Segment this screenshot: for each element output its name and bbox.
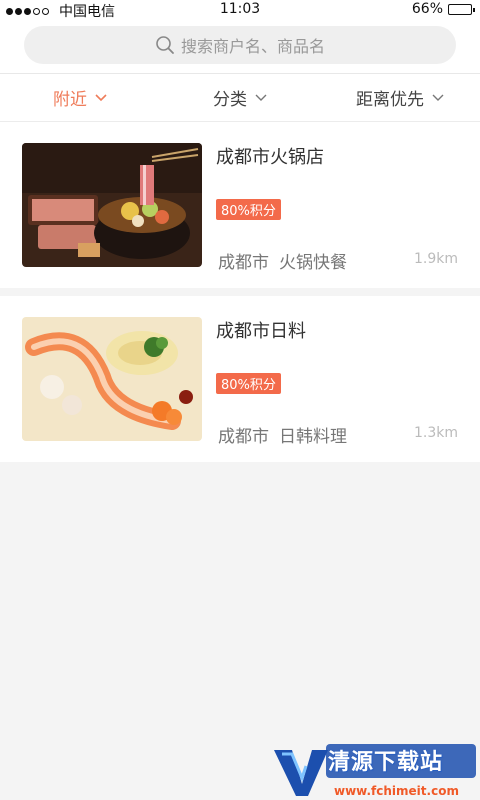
store-city: 成都市 [218, 253, 269, 273]
store-name: 成都市日料 [216, 321, 306, 342]
status-time: 11:03 [219, 1, 261, 17]
store-name: 成都市火锅店 [216, 147, 324, 168]
header: 中国电信 11:03 66% 搜索商户名、商品名 [0, 0, 480, 74]
filter-nearby-label: 附近 [53, 90, 87, 110]
filter-distance[interactable]: 距离优先 [320, 74, 480, 121]
store-city: 成都市 [218, 427, 269, 447]
store-distance: 1.3km [413, 425, 458, 441]
chevron-down-icon [432, 94, 444, 101]
search-placeholder: 搜索商户名、商品名 [180, 37, 325, 56]
chevron-down-icon [95, 93, 107, 101]
watermark-url: www.fchimeit.com [334, 784, 459, 798]
status-bar: 中国电信 11:03 66% [0, 0, 480, 20]
search-input[interactable]: 搜索商户名、商品名 [24, 26, 456, 64]
points-badge: 80%积分 [216, 199, 281, 220]
store-category: 火锅快餐 [279, 253, 347, 273]
filter-category-label: 分类 [213, 90, 247, 110]
store-distance: 1.9km [413, 251, 458, 267]
store-meta: 成都市 火锅快餐 [218, 248, 347, 273]
store-list: 成都市火锅店 80%积分 成都市 火锅快餐 1.9km 成都市日料 80%积分 … [0, 122, 480, 462]
battery-icon [448, 3, 475, 15]
filter-distance-label: 距离优先 [356, 90, 424, 110]
sushi-photo [22, 317, 202, 441]
hotpot-photo [22, 143, 202, 267]
store-card[interactable]: 成都市火锅店 80%积分 成都市 火锅快餐 1.9km [0, 122, 480, 288]
points-badge: 80%积分 [216, 373, 281, 394]
chevron-down-icon [255, 94, 267, 101]
filter-bar: 附近 分类 距离优先 [0, 74, 480, 122]
filter-nearby[interactable]: 附近 [0, 74, 160, 121]
watermark-logo: 清源下载站 www.fchimeit.com [270, 738, 480, 800]
store-card[interactable]: 成都市日料 80%积分 成都市 日韩料理 1.3km [0, 296, 480, 462]
search-icon [156, 36, 174, 54]
filter-category[interactable]: 分类 [160, 74, 320, 121]
watermark-title: 清源下载站 [328, 750, 444, 775]
battery-percent: 66% [411, 1, 443, 17]
status-right: 66% [411, 1, 475, 17]
store-meta: 成都市 日韩料理 [218, 422, 347, 447]
store-category: 日韩料理 [279, 427, 347, 447]
